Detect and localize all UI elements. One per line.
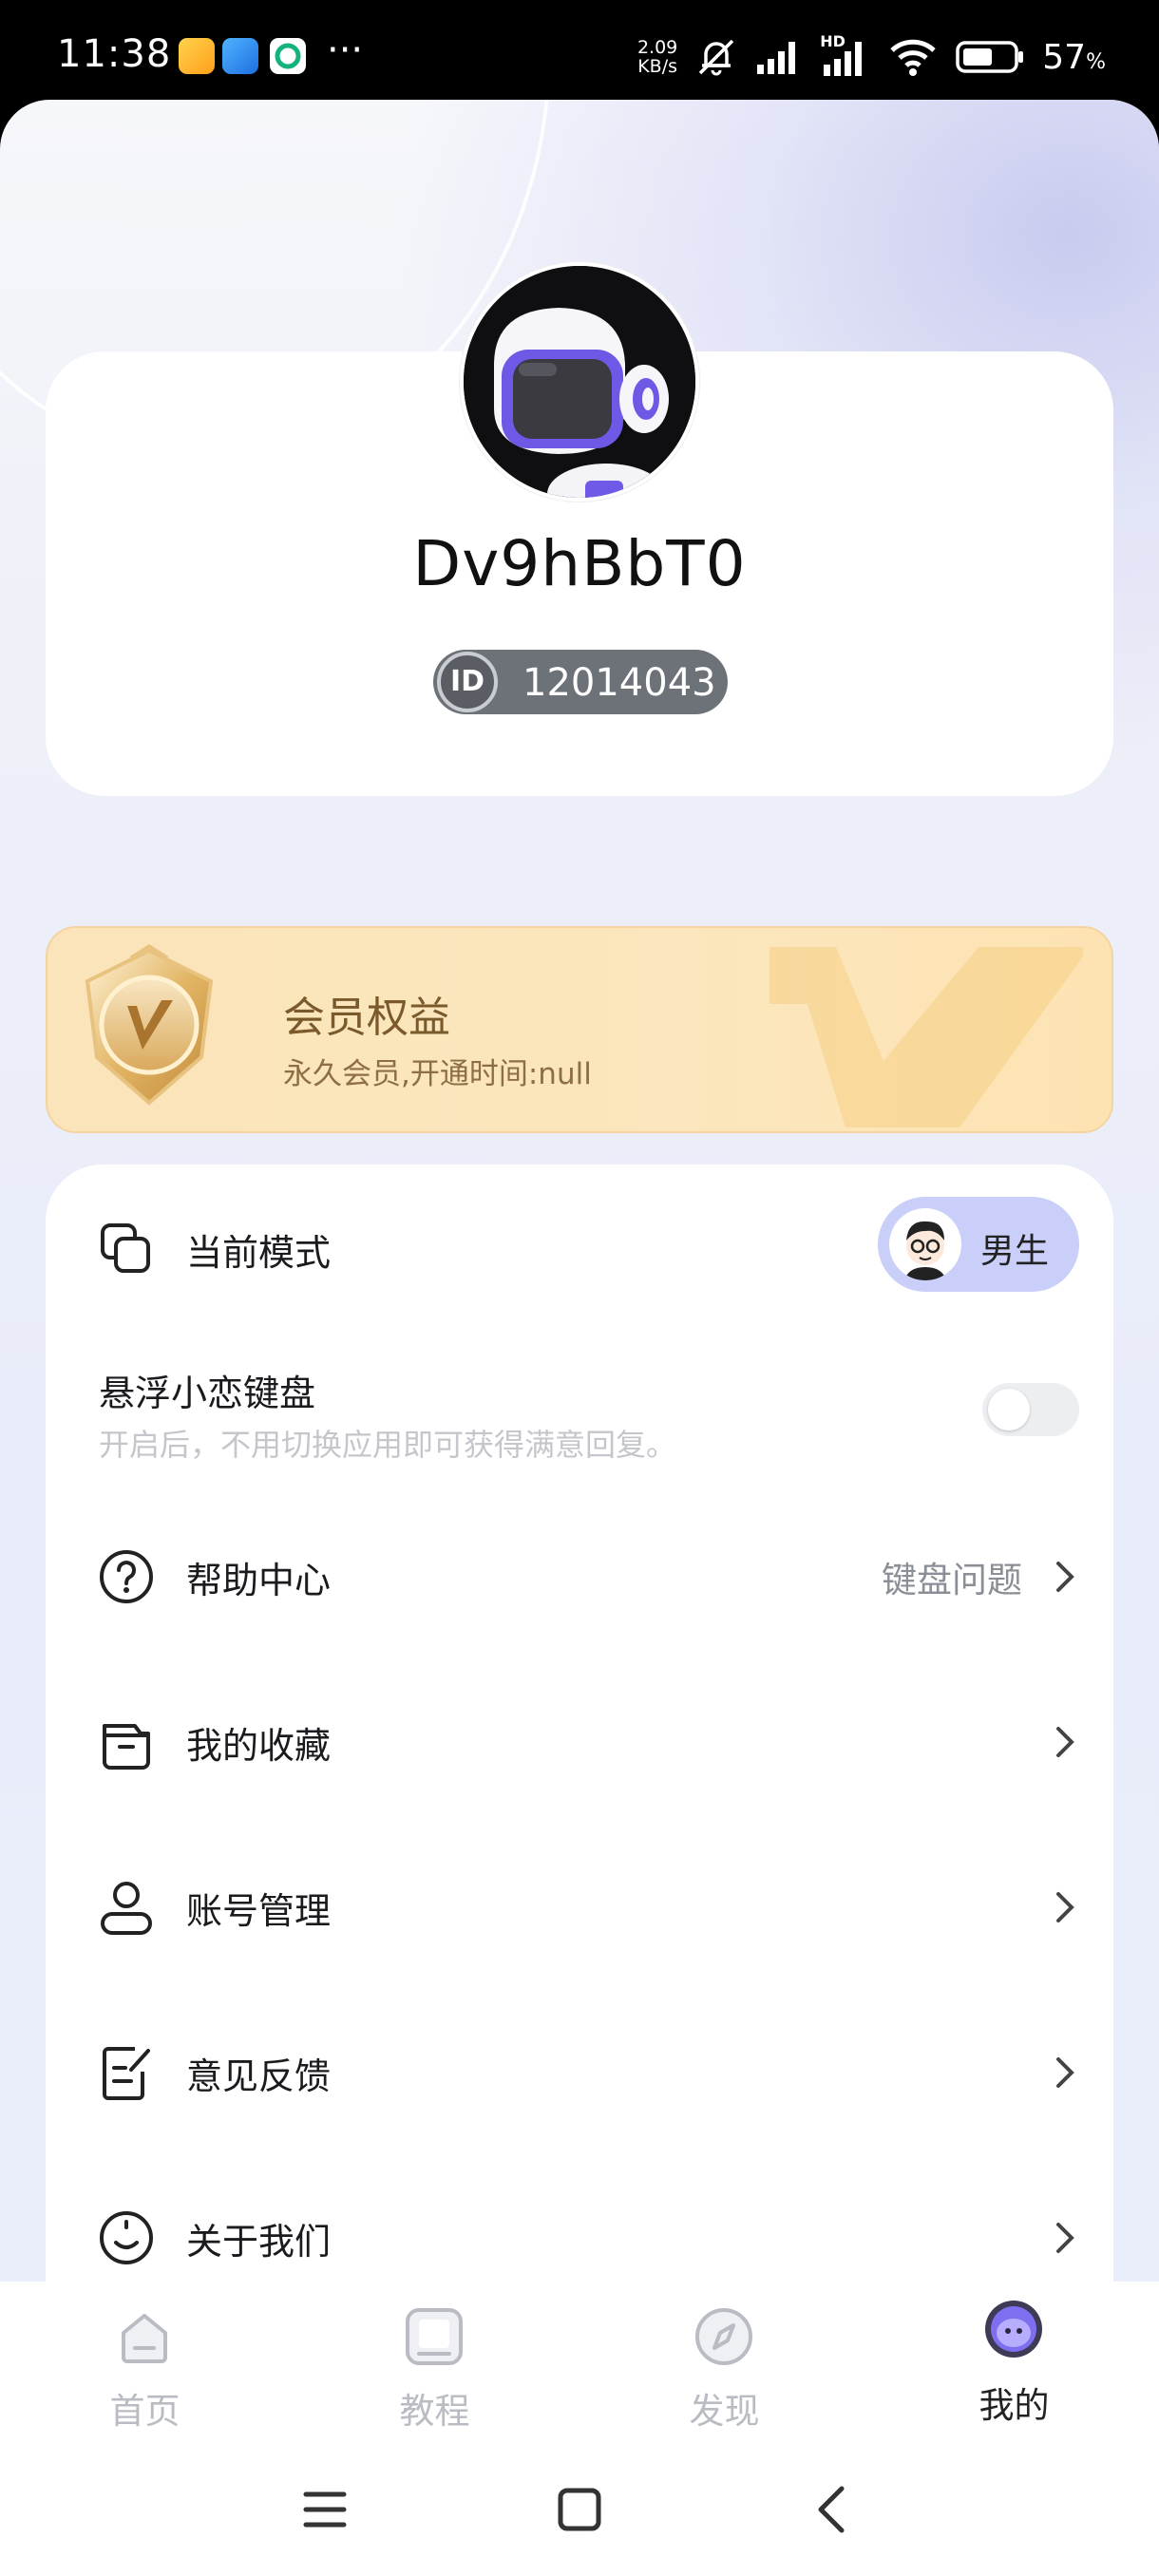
status-bar: 11:38 ··· 2.09 KB/s HD 57% — [0, 0, 1159, 114]
feedback-row[interactable]: 意见反馈 — [46, 1990, 1113, 2155]
home-square-icon[interactable] — [551, 2481, 608, 2538]
about-label: 关于我们 — [186, 2221, 332, 2263]
chevron-right-icon — [1056, 1892, 1074, 1923]
help-center-row[interactable]: 帮助中心 键盘问题 — [46, 1494, 1113, 1659]
tab-discover[interactable]: 发现 — [580, 2282, 869, 2443]
username: Dv9hBbT0 — [412, 527, 747, 600]
switch-knob — [988, 1389, 1030, 1430]
feedback-label: 意见反馈 — [186, 2055, 332, 2097]
current-mode-row: 当前模式 男生 — [46, 1165, 1113, 1330]
home-icon — [122, 2314, 167, 2363]
signal-icon — [757, 42, 796, 74]
tab-home[interactable]: 首页 — [0, 2282, 290, 2443]
notes-app-icon — [179, 38, 215, 74]
chevron-right-icon — [1056, 1727, 1074, 1757]
tab-tutorial-label: 教程 — [399, 2391, 470, 2432]
tab-profile-label: 我的 — [978, 2385, 1050, 2426]
system-nav-bar — [0, 2443, 1159, 2576]
male-avatar-icon — [889, 1208, 961, 1280]
float-keyboard-label: 悬浮小恋键盘 — [99, 1373, 316, 1414]
smile-icon — [100, 2211, 153, 2264]
favorites-label: 我的收藏 — [186, 1725, 332, 1767]
current-mode-label: 当前模式 — [186, 1232, 332, 1274]
chevron-right-icon — [1056, 1562, 1074, 1592]
vip-subtitle: 永久会员,开通时间:null — [283, 1057, 592, 1091]
favorites-row[interactable]: 我的收藏 — [46, 1659, 1113, 1825]
vip-medal-icon — [85, 944, 214, 1106]
folder-icon — [103, 1724, 150, 1770]
browser-app-icon — [222, 38, 258, 74]
vip-title: 会员权益 — [283, 994, 450, 1042]
user-id-badge[interactable]: ID 12014043 — [433, 650, 728, 714]
wifi-icon — [890, 39, 936, 76]
vip-card[interactable]: 会员权益 永久会员,开通时间:null — [46, 926, 1113, 1133]
back-icon[interactable] — [804, 2481, 861, 2538]
help-center-label: 帮助中心 — [186, 1560, 332, 1601]
battery-percent: 57% — [1042, 37, 1106, 77]
mute-bell-icon — [699, 39, 734, 76]
status-time: 11:38 — [57, 32, 172, 76]
tab-profile[interactable]: 我的 — [869, 2282, 1159, 2443]
vip-watermark-icon — [770, 947, 1083, 1127]
edit-note-icon — [103, 2047, 150, 2100]
user-icon — [101, 1882, 152, 1935]
chevron-right-icon — [1056, 2057, 1074, 2088]
gender-label: 男生 — [980, 1232, 1050, 1271]
user-id-number: 12014043 — [522, 661, 716, 705]
float-keyboard-desc: 开启后，不用切换应用即可获得满意回复。 — [99, 1427, 677, 1463]
help-center-hint: 键盘问题 — [882, 1560, 1022, 1601]
float-keyboard-switch[interactable] — [982, 1383, 1079, 1436]
gender-mode-button[interactable]: 男生 — [878, 1197, 1079, 1292]
compass-icon — [695, 2308, 752, 2365]
help-icon — [100, 1550, 153, 1603]
id-icon: ID — [437, 652, 498, 712]
menu-icon[interactable] — [296, 2481, 353, 2538]
profile-screen: 会员权益 永久会员,开通时间:null 当前模式 男生 悬浮小恋键盘 开启后，不… — [0, 100, 1159, 2576]
copy-mode-icon — [101, 1223, 150, 1273]
hd-signal-icon: HD — [820, 32, 871, 78]
tab-home-label: 首页 — [109, 2391, 180, 2432]
account-label: 账号管理 — [186, 1890, 332, 1932]
profile-icon — [985, 2301, 1042, 2358]
tab-tutorial[interactable]: 教程 — [290, 2282, 580, 2443]
account-row[interactable]: 账号管理 — [46, 1825, 1113, 1990]
bottom-tab-bar: 首页 教程 发现 我的 — [0, 2282, 1159, 2443]
battery-icon — [956, 41, 1024, 73]
tab-discover-label: 发现 — [689, 2391, 760, 2432]
status-indicators: 2.09 KB/s HD 57% — [637, 32, 1106, 82]
tutorial-icon — [406, 2308, 463, 2365]
avatar[interactable] — [460, 262, 699, 502]
sync-app-icon — [270, 38, 306, 74]
more-notifications-icon: ··· — [327, 28, 364, 72]
network-speed: 2.09 KB/s — [636, 37, 678, 77]
chevron-right-icon — [1056, 2223, 1074, 2253]
